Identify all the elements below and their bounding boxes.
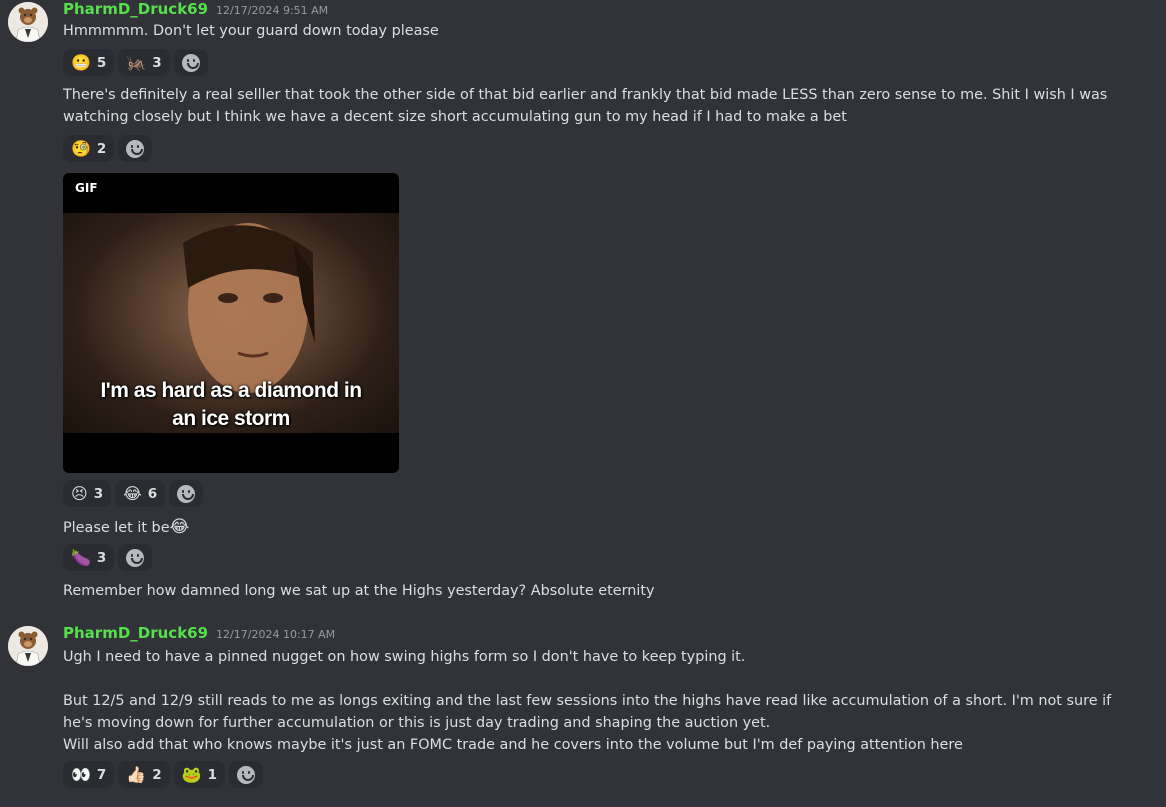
add-reaction-button[interactable] xyxy=(169,480,204,507)
gif-badge: GIF xyxy=(69,179,104,197)
message-text: Please let it be😂 xyxy=(63,516,1143,539)
add-reaction-button[interactable] xyxy=(118,544,153,571)
persevering-emoji-icon: 😣 xyxy=(71,483,88,503)
add-reaction-button[interactable] xyxy=(228,761,263,788)
message-text: Hmmmmm. Don't let your guard down today … xyxy=(63,23,439,39)
add-reaction-button[interactable] xyxy=(173,49,208,76)
bear-avatar-icon xyxy=(8,626,48,666)
author-name[interactable]: PharmD_Druck69 xyxy=(63,624,208,642)
monocle-emoji-icon: 🧐 xyxy=(71,138,91,158)
message-timestamp[interactable]: 12/17/2024 9:51 AM xyxy=(216,4,328,17)
reaction-bar: 😬 5 🦗 3 xyxy=(63,49,208,76)
reaction-frog[interactable]: 🐸 1 xyxy=(173,761,225,788)
gif-caption: I'm as hard as a diamond in an ice storm xyxy=(63,377,399,433)
message-text: Will also add that who knows maybe it's … xyxy=(63,737,963,753)
reaction-count: 6 xyxy=(147,485,158,502)
reaction-count: 3 xyxy=(96,549,107,566)
reaction-bar: 🍆 3 xyxy=(63,544,153,571)
frog-emoji-icon: 🐸 xyxy=(181,764,202,784)
add-reaction-icon xyxy=(177,484,196,503)
reaction-monocle[interactable]: 🧐 2 xyxy=(63,135,115,162)
reaction-count: 2 xyxy=(152,766,162,783)
add-reaction-button[interactable] xyxy=(118,135,153,162)
add-reaction-icon xyxy=(236,765,255,784)
reaction-count: 1 xyxy=(207,766,217,783)
gif-caption-line: I'm as hard as a diamond in xyxy=(100,379,362,402)
reaction-eggplant[interactable]: 🍆 3 xyxy=(63,544,115,571)
reaction-count: 3 xyxy=(93,485,104,502)
reaction-bar: 🧐 2 xyxy=(63,135,153,162)
message-text: Ugh I need to have a pinned nugget on ho… xyxy=(63,649,746,665)
message-header: PharmD_Druck69 12/17/2024 9:51 AM xyxy=(63,0,328,18)
reaction-count: 3 xyxy=(152,54,162,71)
thumbs-up-emoji-icon: 👍🏻 xyxy=(126,764,147,784)
reaction-count: 5 xyxy=(96,54,107,71)
message-timestamp[interactable]: 12/17/2024 10:17 AM xyxy=(216,628,335,641)
reaction-grimacing[interactable]: 😬 5 xyxy=(63,49,115,76)
joy-emoji-icon: 😂 xyxy=(123,483,142,503)
author-name[interactable]: PharmD_Druck69 xyxy=(63,0,208,18)
joy-emoji-icon: 😂 xyxy=(169,517,190,537)
reaction-persevere[interactable]: 😣 3 xyxy=(63,480,112,507)
user-avatar[interactable] xyxy=(8,626,48,666)
reaction-cricket[interactable]: 🦗 3 xyxy=(118,49,170,76)
add-reaction-icon xyxy=(126,139,145,158)
message-text: There's definitely a real selller that t… xyxy=(63,87,1108,125)
eyes-emoji-icon: 👀 xyxy=(71,764,91,784)
chat-message-list: PharmD_Druck69 12/17/2024 9:51 AM Hmmmmm… xyxy=(0,0,1166,807)
reaction-bar: 👀 7 👍🏻 2 🐸 1 xyxy=(63,761,263,788)
gif-caption-line: an ice storm xyxy=(172,407,290,430)
cricket-emoji-icon: 🦗 xyxy=(126,52,147,72)
message-header: PharmD_Druck69 12/17/2024 10:17 AM xyxy=(63,624,335,642)
message-text: But 12/5 and 12/9 still reads to me as l… xyxy=(63,693,1112,731)
message-text: Remember how damned long we sat up at th… xyxy=(63,583,655,599)
reaction-bar: 😣 3 😂 6 xyxy=(63,480,204,507)
gif-embed[interactable]: GIF I'm as hard as a diamond in an ice s… xyxy=(63,173,399,473)
user-avatar[interactable] xyxy=(8,2,48,42)
eggplant-emoji-icon: 🍆 xyxy=(71,547,91,567)
message-text-content: Please let it be xyxy=(63,520,170,536)
grimacing-emoji-icon: 😬 xyxy=(71,52,91,72)
bear-avatar-icon xyxy=(8,2,48,42)
add-reaction-icon xyxy=(181,53,200,72)
reaction-thumbsup[interactable]: 👍🏻 2 xyxy=(118,761,170,788)
reaction-count: 7 xyxy=(96,766,107,783)
reaction-joy[interactable]: 😂 6 xyxy=(115,480,166,507)
add-reaction-icon xyxy=(126,548,145,567)
reaction-eyes[interactable]: 👀 7 xyxy=(63,761,115,788)
reaction-count: 2 xyxy=(96,140,107,157)
